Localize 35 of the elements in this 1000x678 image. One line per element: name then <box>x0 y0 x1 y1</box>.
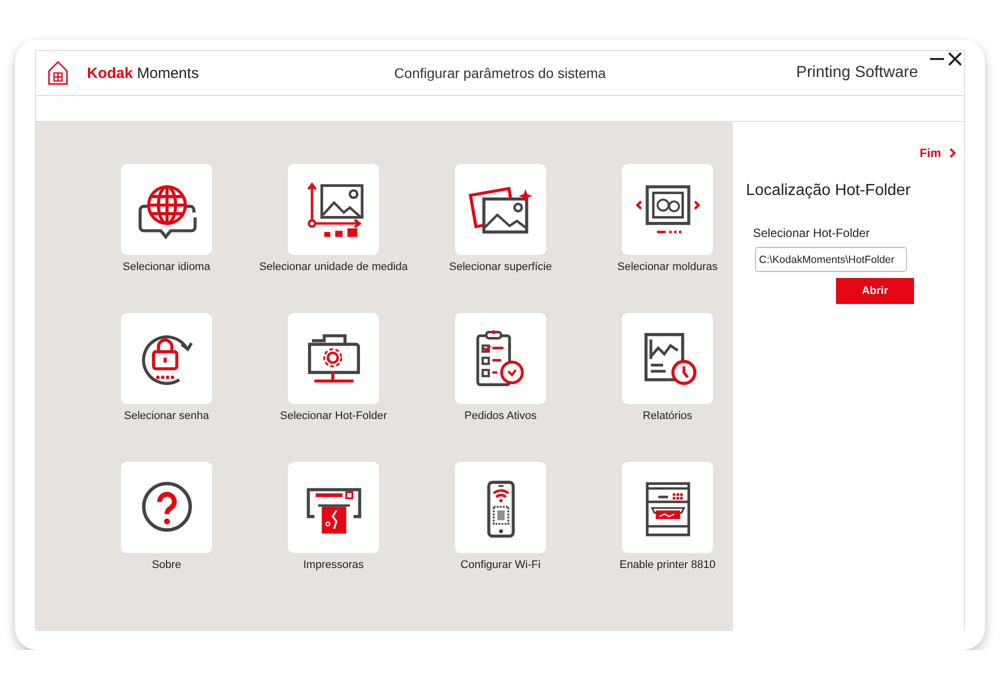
tile-label: Selecionar senha <box>124 410 209 422</box>
settings-tile[interactable] <box>622 313 713 404</box>
tile-label: Selecionar Hot-Folder <box>280 410 387 422</box>
window-title: Configurar parâmetros do sistema <box>393 65 607 81</box>
tile-label: Selecionar molduras <box>617 261 718 273</box>
settings-tile[interactable] <box>121 462 212 553</box>
chevron-right-icon <box>949 148 956 158</box>
settings-tile[interactable] <box>288 313 379 404</box>
settings-tile[interactable] <box>455 462 546 553</box>
product-name: Printing Software <box>795 64 919 82</box>
home-icon[interactable] <box>47 60 69 86</box>
settings-tile[interactable] <box>121 313 212 404</box>
folder-path-field[interactable]: C:\KodakMoments\HotFolder <box>755 247 907 272</box>
close-icon[interactable] <box>948 52 962 66</box>
settings-tile[interactable] <box>121 164 212 255</box>
tile-label: Selecionar superfície <box>449 261 552 273</box>
tile-label: Relatórios <box>642 410 692 422</box>
section-heading: Localização Hot-Folder <box>746 182 912 200</box>
finish-link[interactable]: Fim <box>920 146 956 160</box>
settings-tile[interactable] <box>622 164 713 255</box>
tile-label: Selecionar idioma <box>122 261 210 273</box>
tile-label: Configurar Wi-Fi <box>460 559 541 571</box>
tile-label: Impressoras <box>303 559 364 571</box>
settings-tile[interactable] <box>622 462 713 553</box>
settings-tile[interactable] <box>455 164 546 255</box>
tile-label: Selecionar unidade de medida <box>259 261 408 273</box>
settings-tile[interactable] <box>455 313 546 404</box>
settings-tile[interactable] <box>288 462 379 553</box>
open-button[interactable]: Abrir <box>836 278 914 304</box>
field-label: Selecionar Hot-Folder <box>753 226 871 240</box>
tile-label: Sobre <box>152 559 182 571</box>
tile-label: Pedidos Ativos <box>464 410 537 422</box>
settings-tile[interactable] <box>288 164 379 255</box>
brand-logo: Kodak Moments <box>87 64 199 82</box>
tile-label: Enable printer 8810 <box>619 559 716 571</box>
